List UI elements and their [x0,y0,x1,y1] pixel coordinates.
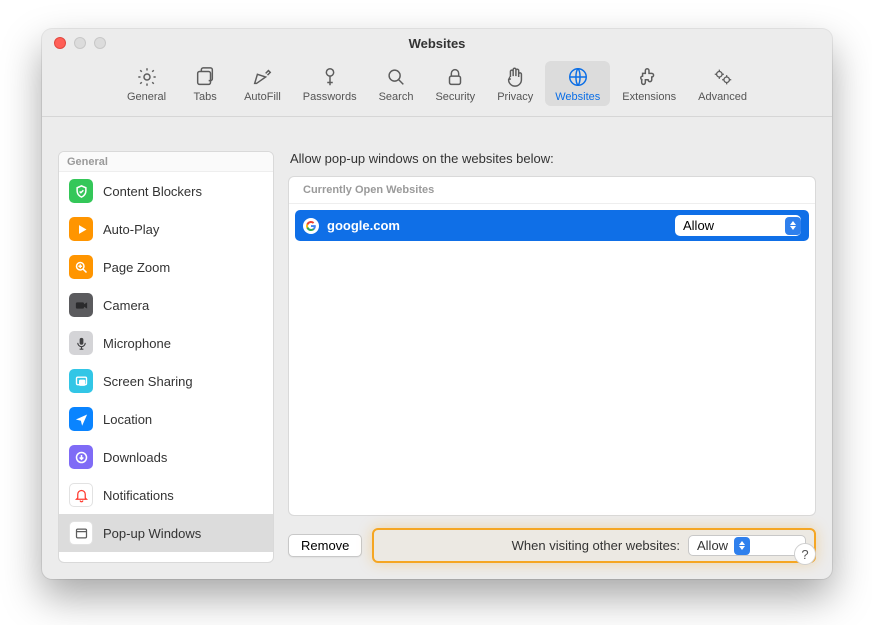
sidebar-item-label: Page Zoom [103,260,170,275]
window-icon [69,521,93,545]
tab-search[interactable]: Search [369,61,424,106]
sidebar-item-label: Auto-Play [103,222,159,237]
websites-list: Currently Open Websites google.com Allow [288,176,816,516]
preferences-toolbar: General Tabs AutoFill Passwords Search S… [42,57,832,117]
sidebar: General Content Blockers Auto-Play Page … [58,151,274,563]
list-subheading: Currently Open Websites [289,177,815,204]
remove-button[interactable]: Remove [288,534,362,557]
gears-icon [711,65,735,89]
tab-label: Extensions [622,91,676,103]
sidebar-item-popup-windows[interactable]: Pop-up Windows [59,514,273,552]
sidebar-item-auto-play[interactable]: Auto-Play [59,210,273,248]
sidebar-item-label: Screen Sharing [103,374,193,389]
tab-autofill[interactable]: AutoFill [234,61,291,106]
hand-icon [503,65,527,89]
main-heading: Allow pop-up windows on the websites bel… [288,151,816,166]
tab-label: Search [379,91,414,103]
sidebar-item-label: Notifications [103,488,174,503]
select-value: Allow [697,538,728,553]
globe-icon [566,65,590,89]
sidebar-item-label: Camera [103,298,149,313]
other-websites-group: When visiting other websites: Allow [372,528,816,563]
download-icon [69,445,93,469]
sidebar-item-screen-sharing[interactable]: Screen Sharing [59,362,273,400]
sidebar-list: Content Blockers Auto-Play Page Zoom Cam… [59,172,273,562]
sidebar-item-location[interactable]: Location [59,400,273,438]
content-area: General Content Blockers Auto-Play Page … [42,135,832,579]
tab-security[interactable]: Security [425,61,485,106]
preferences-window: Websites General Tabs AutoFill Passwords… [42,29,832,579]
tab-general[interactable]: General [117,61,176,106]
lock-icon [443,65,467,89]
other-websites-label: When visiting other websites: [512,538,680,553]
tab-label: Passwords [303,91,357,103]
sidebar-item-downloads[interactable]: Downloads [59,438,273,476]
help-button[interactable]: ? [794,543,816,565]
sidebar-item-label: Content Blockers [103,184,202,199]
tab-label: Security [435,91,475,103]
select-stepper-icon [734,537,750,555]
tab-extensions[interactable]: Extensions [612,61,686,106]
tab-label: Privacy [497,91,533,103]
footer-bar: Remove When visiting other websites: All… [288,528,816,563]
select-value: Allow [683,218,714,233]
play-icon [69,217,93,241]
search-icon [384,65,408,89]
screen-share-icon [69,369,93,393]
tab-label: General [127,91,166,103]
tab-passwords[interactable]: Passwords [293,61,367,106]
tab-websites[interactable]: Websites [545,61,610,106]
zoom-icon [69,255,93,279]
website-policy-select[interactable]: Allow [675,215,801,236]
website-row[interactable]: google.com Allow [295,210,809,241]
titlebar: Websites [42,29,832,57]
sidebar-item-camera[interactable]: Camera [59,286,273,324]
select-stepper-icon [785,217,801,235]
minimize-window-button[interactable] [74,37,86,49]
google-favicon-icon [303,218,319,234]
gear-icon [135,65,159,89]
camera-icon [69,293,93,317]
tab-label: AutoFill [244,91,281,103]
tab-label: Advanced [698,91,747,103]
key-icon [318,65,342,89]
tab-advanced[interactable]: Advanced [688,61,757,106]
tab-label: Tabs [193,91,216,103]
website-name: google.com [327,218,675,233]
tab-label: Websites [555,91,600,103]
window-controls [54,37,106,49]
sidebar-item-label: Microphone [103,336,171,351]
microphone-icon [69,331,93,355]
other-websites-policy-select[interactable]: Allow [688,535,806,556]
sidebar-item-notifications[interactable]: Notifications [59,476,273,514]
tab-privacy[interactable]: Privacy [487,61,543,106]
sidebar-header: General [59,152,273,172]
sidebar-item-content-blockers[interactable]: Content Blockers [59,172,273,210]
sidebar-item-label: Pop-up Windows [103,526,201,541]
bell-icon [69,483,93,507]
close-window-button[interactable] [54,37,66,49]
shield-check-icon [69,179,93,203]
sidebar-item-label: Location [103,412,152,427]
sidebar-item-page-zoom[interactable]: Page Zoom [59,248,273,286]
puzzle-icon [637,65,661,89]
sidebar-item-label: Downloads [103,450,167,465]
tab-tabs[interactable]: Tabs [178,61,232,106]
main-panel: Allow pop-up windows on the websites bel… [288,151,816,563]
pencil-icon [250,65,274,89]
tabs-icon [193,65,217,89]
zoom-window-button[interactable] [94,37,106,49]
location-icon [69,407,93,431]
sidebar-item-microphone[interactable]: Microphone [59,324,273,362]
window-title: Websites [409,36,466,51]
